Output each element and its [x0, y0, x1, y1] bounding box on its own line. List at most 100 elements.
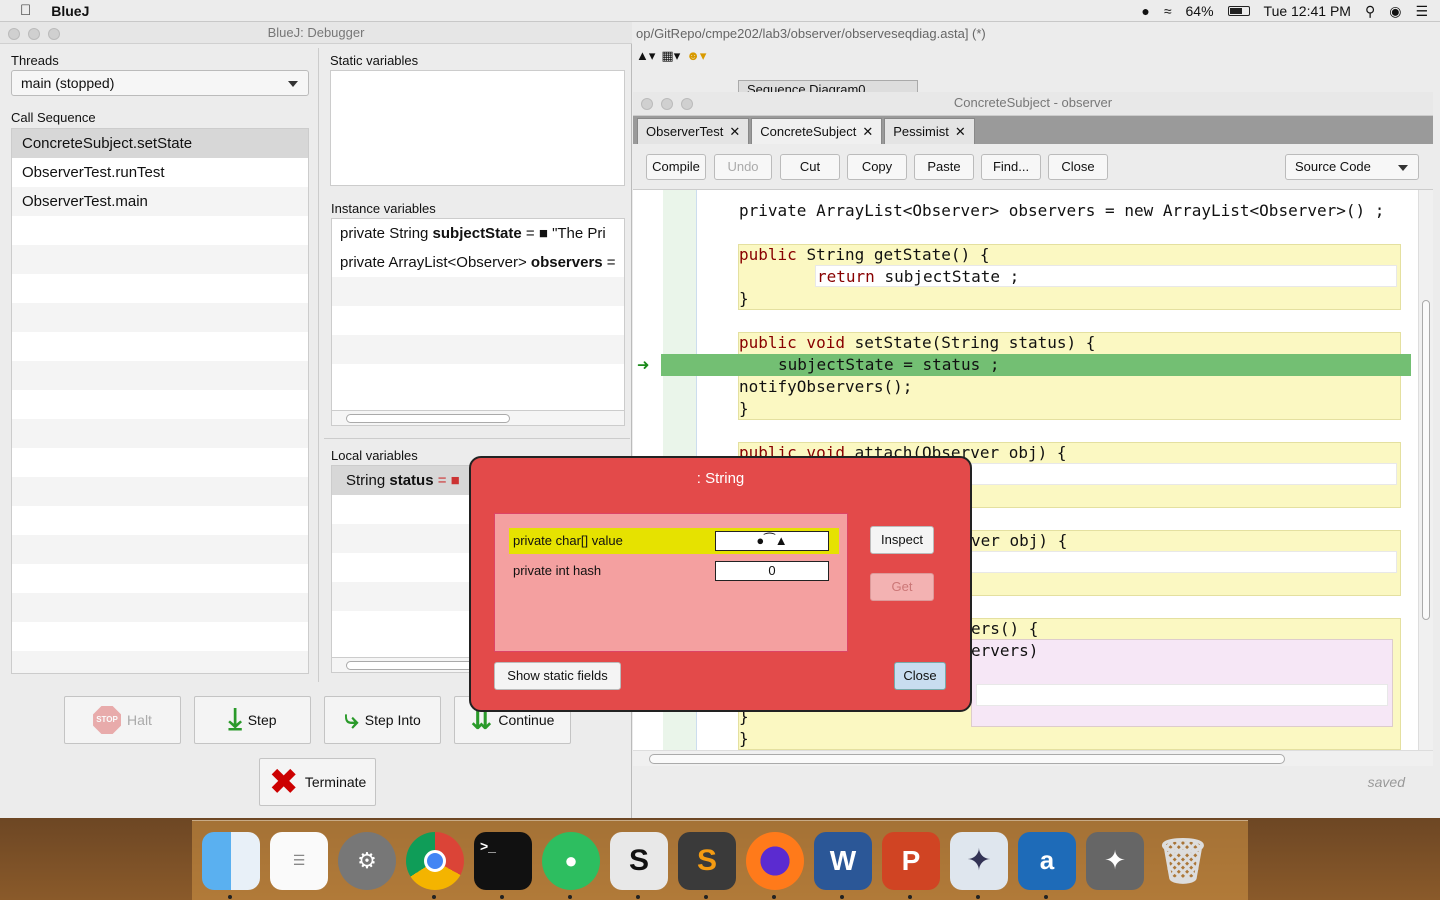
evernote-menu-icon[interactable]: ●	[1141, 3, 1149, 19]
show-static-fields-button[interactable]: Show static fields	[494, 662, 621, 690]
greenfoot-icon[interactable]: ✦	[1086, 831, 1144, 890]
empty-row	[12, 564, 308, 593]
close-tab-icon[interactable]: ✕	[862, 124, 873, 139]
siri-icon[interactable]: ◉	[1389, 3, 1401, 20]
clock[interactable]: Tue 12:41 PM	[1264, 3, 1351, 19]
bluej-icon[interactable]: ✦	[950, 831, 1008, 899]
chrome-icon[interactable]	[406, 831, 464, 899]
terminal-icon[interactable]: >_	[474, 831, 532, 899]
splitter[interactable]	[324, 438, 630, 439]
scroll-thumb[interactable]	[346, 414, 510, 423]
battery-icon[interactable]	[1227, 6, 1250, 16]
evernote-icon[interactable]: ●	[542, 831, 600, 899]
scroll-thumb[interactable]	[649, 754, 1285, 764]
field-row[interactable]: private int hash 0	[509, 558, 839, 584]
toolbar-layout-icon[interactable]: ▲▾	[636, 48, 655, 64]
inspector-fields[interactable]: private char[] value ●⁀▲ private int hash…	[494, 513, 848, 652]
close-tab-icon[interactable]: ✕	[955, 124, 966, 139]
zoom-window-icon[interactable]	[48, 28, 60, 40]
button-label: Continue	[498, 712, 555, 728]
code-horizontal-scrollbar[interactable]	[633, 750, 1433, 766]
stop-sign-icon: STOP	[93, 706, 122, 734]
loop-body	[976, 684, 1388, 706]
close-editor-button[interactable]: Close	[1048, 154, 1108, 180]
code-line: public void setState(String status) {	[739, 332, 1095, 354]
sublime-text-icon[interactable]: S	[678, 831, 736, 899]
wifi-icon[interactable]: ≈	[1164, 3, 1172, 19]
astah-icon[interactable]: a	[1018, 831, 1076, 899]
inspector-close-button[interactable]: Close	[894, 662, 946, 690]
trash-icon[interactable]: 🗑	[1154, 832, 1212, 890]
thread-select[interactable]: main (stopped)	[11, 70, 309, 96]
firefox-icon[interactable]	[746, 831, 804, 899]
code-line: notifyObservers();	[739, 377, 913, 396]
step-button[interactable]: ⤓ Step	[194, 696, 311, 744]
window-controls	[8, 28, 60, 40]
app-menu-name[interactable]: BlueJ	[51, 3, 89, 19]
inspector-title: : String	[696, 470, 745, 487]
zoom-window-icon[interactable]	[681, 98, 693, 110]
dock: ☰ ⚙ >_ ● S S W P ✦ a ✦ 🗑	[192, 820, 1248, 900]
compile-button[interactable]: Compile	[646, 154, 706, 180]
minimize-window-icon[interactable]	[661, 98, 673, 110]
scroll-thumb[interactable]	[1422, 300, 1430, 620]
empty-row	[12, 448, 308, 477]
var-value: = ■	[433, 472, 460, 489]
minimize-window-icon[interactable]	[28, 28, 40, 40]
call-sequence-item[interactable]: ObserverTest.main	[12, 187, 308, 216]
instance-variable-row[interactable]: private ArrayList<Observer> observers =	[332, 248, 624, 277]
code-line: public String getState() {	[739, 244, 989, 266]
object-inspector-dialog: : String private char[] value ●⁀▲ private…	[469, 456, 972, 712]
apple-icon[interactable]: 	[20, 2, 31, 19]
cut-button[interactable]: Cut	[780, 154, 840, 180]
word-icon[interactable]: W	[814, 831, 872, 899]
terminate-button[interactable]: ✖ Terminate	[259, 758, 376, 806]
slides-icon[interactable]: S	[610, 831, 668, 899]
empty-row	[12, 651, 308, 673]
code-vertical-scrollbar[interactable]	[1418, 190, 1433, 750]
paste-button[interactable]: Paste	[914, 154, 974, 180]
code-text: String getState() {	[806, 245, 990, 264]
spotlight-search-icon[interactable]: ⚲	[1365, 3, 1375, 20]
get-button[interactable]: Get	[870, 573, 934, 601]
running-indicator	[228, 894, 232, 899]
button-label: Step	[247, 712, 277, 728]
reminders-icon[interactable]: ☰	[270, 831, 328, 890]
find-button[interactable]: Find...	[981, 154, 1041, 180]
field-reference-arrow-icon[interactable]: ●⁀▲	[715, 531, 829, 551]
tab-observertest[interactable]: ObserverTest ✕	[637, 118, 750, 144]
splitter[interactable]	[318, 48, 319, 682]
copy-button[interactable]: Copy	[847, 154, 907, 180]
instance-variable-row[interactable]: private String subjectState = ■ "The Pri	[332, 219, 624, 248]
empty-row	[12, 361, 308, 390]
field-row[interactable]: private char[] value ●⁀▲	[509, 528, 839, 554]
tab-pessimist[interactable]: Pessimist ✕	[884, 118, 975, 144]
running-indicator	[636, 894, 640, 899]
view-mode-select[interactable]: Source Code	[1285, 154, 1419, 180]
halt-button[interactable]: STOP Halt	[64, 696, 181, 744]
close-window-icon[interactable]	[8, 28, 20, 40]
toolbar-align-icon[interactable]: ▦▾	[661, 48, 680, 64]
instance-variables-list[interactable]: private String subjectState = ■ "The Pri…	[331, 218, 625, 426]
step-into-button[interactable]: ⤷ Step Into	[324, 696, 441, 744]
close-window-icon[interactable]	[641, 98, 653, 110]
notification-center-icon[interactable]: ☰	[1415, 3, 1428, 20]
call-sequence-list[interactable]: ConcreteSubject.setState ObserverTest.ru…	[11, 128, 309, 674]
call-sequence-item[interactable]: ConcreteSubject.setState	[12, 129, 308, 158]
empty-row	[12, 477, 308, 506]
empty-row	[12, 535, 308, 564]
call-sequence-item[interactable]: ObserverTest.runTest	[12, 158, 308, 187]
empty-row	[12, 216, 308, 245]
button-label: Terminate	[304, 774, 367, 790]
close-tab-icon[interactable]: ✕	[729, 124, 740, 139]
powerpoint-icon[interactable]: P	[882, 831, 940, 899]
finder-icon[interactable]	[202, 831, 260, 899]
inspect-button[interactable]: Inspect	[870, 526, 934, 554]
system-preferences-icon[interactable]: ⚙	[338, 831, 396, 890]
tab-concretesubject[interactable]: ConcreteSubject ✕	[751, 118, 883, 144]
static-variables-list[interactable]	[330, 70, 625, 186]
horizontal-scrollbar[interactable]	[332, 410, 624, 425]
toolbar-emoji-icon[interactable]: ☻▾	[686, 48, 706, 64]
undo-button[interactable]: Undo	[714, 154, 772, 180]
empty-row	[12, 419, 308, 448]
